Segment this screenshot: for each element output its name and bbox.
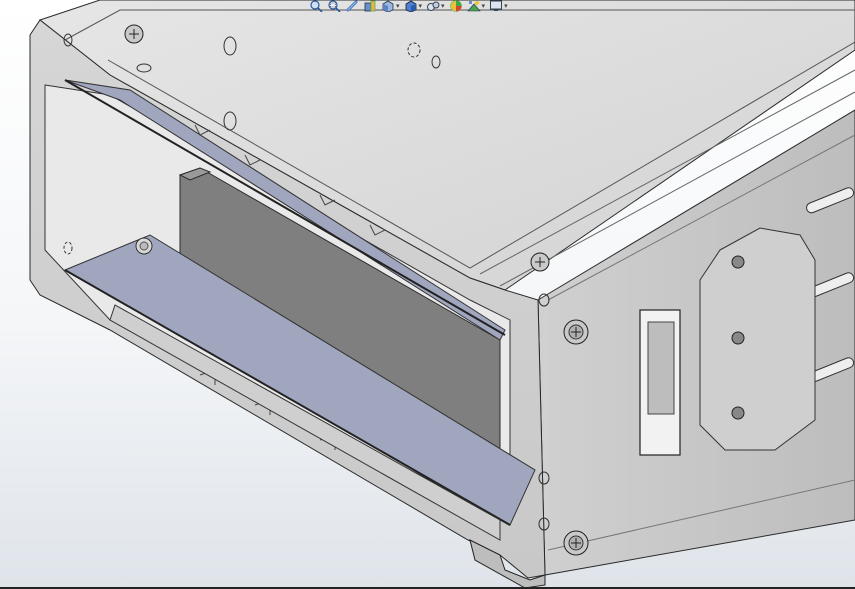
edit-appearance-button[interactable] bbox=[448, 0, 464, 12]
chevron-down-icon: ▾ bbox=[418, 1, 423, 10]
graphics-viewport[interactable]: ▾ ▾ ▾ ▾ ▾ bbox=[0, 0, 855, 589]
edit-appearance-icon bbox=[449, 0, 462, 12]
screw-head[interactable] bbox=[124, 24, 144, 44]
chevron-down-icon: ▾ bbox=[396, 1, 400, 10]
bracket-hole bbox=[731, 255, 745, 269]
bracket-hole bbox=[731, 331, 745, 345]
zoom-to-area-icon bbox=[328, 0, 341, 12]
apply-scene-button[interactable]: ▾ bbox=[466, 0, 487, 12]
section-view-button[interactable] bbox=[362, 0, 378, 12]
zoom-to-area-button[interactable] bbox=[326, 0, 342, 12]
view-settings-button[interactable]: ▾ bbox=[488, 0, 509, 12]
chevron-down-icon: ▾ bbox=[441, 1, 445, 10]
hide-show-items-icon bbox=[427, 1, 440, 11]
zoom-to-fit-button[interactable] bbox=[308, 0, 324, 12]
pcb-standoff bbox=[139, 241, 149, 251]
chevron-down-icon: ▾ bbox=[504, 1, 508, 10]
screw-head[interactable] bbox=[563, 530, 589, 556]
display-style-button[interactable]: ▾ bbox=[403, 0, 424, 12]
view-orientation-button[interactable]: ▾ bbox=[380, 0, 401, 12]
view-settings-icon bbox=[490, 0, 503, 11]
zoom-to-fit-icon bbox=[310, 0, 323, 12]
screw-head[interactable] bbox=[530, 252, 550, 272]
screw-head[interactable] bbox=[563, 319, 589, 345]
chevron-down-icon: ▾ bbox=[481, 1, 486, 10]
view-orientation-icon bbox=[382, 0, 394, 12]
connector-cutout-inner bbox=[647, 321, 675, 415]
hide-show-items-button[interactable]: ▾ bbox=[425, 0, 446, 12]
heads-up-view-toolbar: ▾ ▾ ▾ ▾ ▾ bbox=[308, 0, 509, 12]
previous-view-button[interactable] bbox=[344, 0, 360, 12]
mounting-bracket[interactable] bbox=[699, 227, 816, 451]
apply-scene-icon bbox=[466, 1, 481, 12]
display-style-icon bbox=[405, 0, 416, 12]
enclosure-3d-model[interactable] bbox=[0, 0, 855, 589]
bracket-hole bbox=[731, 406, 745, 420]
section-view-icon bbox=[364, 0, 376, 12]
previous-view-icon bbox=[346, 0, 358, 12]
